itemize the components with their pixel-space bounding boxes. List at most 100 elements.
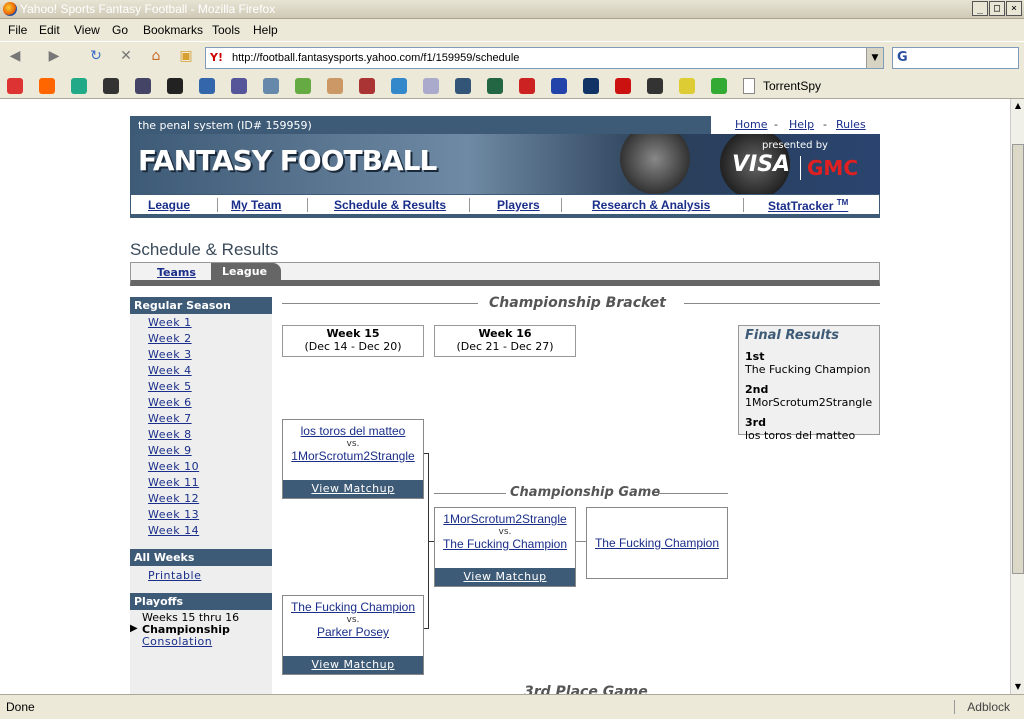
search-box[interactable]: G <box>892 47 1019 69</box>
week-link[interactable]: Week 9 <box>148 444 192 457</box>
nav-schedule-results[interactable]: Schedule & Results <box>334 198 446 212</box>
forward-icon[interactable]: ▶ <box>44 48 64 68</box>
reload-icon[interactable]: ↻ <box>86 48 106 68</box>
sub-tabs: Teams League <box>130 262 880 286</box>
window-title: Yahoo! Sports Fantasy Football - Mozilla… <box>20 2 276 16</box>
week-link[interactable]: Week 8 <box>148 428 192 441</box>
week16-header: Week 16 (Dec 21 - Dec 27) <box>434 325 576 357</box>
status-bar: Done Adblock <box>0 694 1024 719</box>
nav-players[interactable]: Players <box>497 198 540 212</box>
nav-league[interactable]: League <box>148 198 190 212</box>
bookmark-icon[interactable] <box>199 78 215 94</box>
bookmark-icon[interactable] <box>679 78 695 94</box>
bookmark-icon[interactable] <box>423 78 439 94</box>
adblock-button[interactable]: Adblock <box>954 700 1010 714</box>
week-link[interactable]: Week 12 <box>148 492 199 505</box>
espn-icon[interactable] <box>519 78 535 94</box>
bookmark-torrentspy[interactable]: TorrentSpy <box>763 79 821 93</box>
home-link[interactable]: Home <box>735 118 767 131</box>
week-link[interactable]: Week 13 <box>148 508 199 521</box>
team-link[interactable]: The Fucking Champion <box>283 600 423 614</box>
bookmark-icon[interactable] <box>103 78 119 94</box>
maximize-button[interactable]: □ <box>989 1 1005 16</box>
printable-link[interactable]: Printable <box>148 569 201 582</box>
nav-stattracker[interactable]: StatTracker TM <box>768 198 848 213</box>
bookmark-icon[interactable] <box>167 78 183 94</box>
view-matchup-button[interactable]: View Matchup <box>283 656 423 674</box>
bookmark-icon[interactable] <box>263 78 279 94</box>
view-matchup-button[interactable]: View Matchup <box>283 480 423 498</box>
blogger-icon[interactable] <box>39 78 55 94</box>
scroll-thumb[interactable] <box>1012 144 1024 574</box>
week-link[interactable]: Week 14 <box>148 524 199 537</box>
menu-go[interactable]: Go <box>112 23 128 37</box>
google-icon: G <box>897 50 908 65</box>
schedule-sidebar: Regular Season Week 1 Week 2 Week 3 Week… <box>130 297 272 694</box>
cnnsi-icon[interactable] <box>551 78 567 94</box>
week-link[interactable]: Week 1 <box>148 316 192 329</box>
fantasy-football-banner: FANTASY FOOTBALL presented by VISA GMC <box>130 134 880 194</box>
week-link[interactable]: Week 2 <box>148 332 192 345</box>
bookmark-icon[interactable] <box>487 78 503 94</box>
bookmark-icon[interactable] <box>647 78 663 94</box>
bookmark-icon[interactable] <box>359 78 375 94</box>
week-link[interactable]: Week 7 <box>148 412 192 425</box>
bookmark-icon[interactable] <box>455 78 471 94</box>
menu-file[interactable]: File <box>8 23 27 37</box>
folder-icon[interactable]: ▣ <box>176 48 196 68</box>
menu-tools[interactable]: Tools <box>212 23 240 37</box>
main-navigation: League My Team Schedule & Results Player… <box>130 194 880 218</box>
view-matchup-button[interactable]: View Matchup <box>435 568 575 586</box>
team-link[interactable]: The Fucking Champion <box>435 537 575 551</box>
close-button[interactable]: × <box>1006 1 1022 16</box>
all-weeks-heading: All Weeks <box>130 549 272 566</box>
url-dropdown-icon[interactable]: ▼ <box>866 48 883 68</box>
week-link[interactable]: Week 6 <box>148 396 192 409</box>
tab-teams[interactable]: Teams <box>157 266 196 279</box>
gmail-icon[interactable] <box>7 78 23 94</box>
champion-link[interactable]: The Fucking Champion <box>587 536 727 550</box>
week-link[interactable]: Week 3 <box>148 348 192 361</box>
week-link[interactable]: Week 10 <box>148 460 199 473</box>
yahoo-favicon-icon: Y! <box>210 51 223 64</box>
mlb-icon[interactable] <box>583 78 599 94</box>
tab-league[interactable]: League <box>211 263 281 280</box>
page-icon <box>743 78 755 94</box>
menu-edit[interactable]: Edit <box>39 23 60 37</box>
scroll-down-icon[interactable]: ▼ <box>1012 681 1024 693</box>
week-link[interactable]: Week 5 <box>148 380 192 393</box>
yahoo-icon[interactable] <box>615 78 631 94</box>
bookmark-icon[interactable] <box>135 78 151 94</box>
menu-bookmarks[interactable]: Bookmarks <box>143 23 203 37</box>
bookmark-icon[interactable] <box>327 78 343 94</box>
week-link[interactable]: Week 4 <box>148 364 192 377</box>
bookmark-icon[interactable] <box>231 78 247 94</box>
nav-my-team[interactable]: My Team <box>231 198 281 212</box>
scroll-up-icon[interactable]: ▲ <box>1012 100 1024 112</box>
home-icon[interactable]: ⌂ <box>146 48 166 68</box>
menu-help[interactable]: Help <box>253 23 278 37</box>
nav-research-analysis[interactable]: Research & Analysis <box>592 198 710 212</box>
stop-icon[interactable]: ✕ <box>116 48 136 68</box>
back-icon[interactable]: ◀ <box>5 48 25 68</box>
week15-header: Week 15 (Dec 14 - Dec 20) <box>282 325 424 357</box>
bookmark-icon[interactable] <box>391 78 407 94</box>
team-link[interactable]: 1MorScrotum2Strangle <box>435 512 575 526</box>
current-arrow-icon: ▶ <box>130 623 138 634</box>
gmc-logo: GMC <box>800 156 858 180</box>
team-link[interactable]: Parker Posey <box>283 625 423 639</box>
rules-link[interactable]: Rules <box>836 118 866 131</box>
bookmark-icon[interactable] <box>71 78 87 94</box>
bookmark-icon[interactable] <box>295 78 311 94</box>
vertical-scrollbar[interactable]: ▲ ▼ <box>1010 99 1024 694</box>
address-bar[interactable]: Y! http://football.fantasysports.yahoo.c… <box>205 47 884 69</box>
team-link[interactable]: 1MorScrotum2Strangle <box>283 449 423 463</box>
menu-view[interactable]: View <box>74 23 100 37</box>
week-link[interactable]: Week 11 <box>148 476 199 489</box>
team-link[interactable]: los toros del matteo <box>283 424 423 438</box>
help-link[interactable]: Help <box>789 118 814 131</box>
minimize-button[interactable]: _ <box>972 1 988 16</box>
bookmark-icon[interactable] <box>711 78 727 94</box>
consolation-link[interactable]: Consolation <box>142 635 212 648</box>
visa-logo: VISA <box>732 152 791 177</box>
